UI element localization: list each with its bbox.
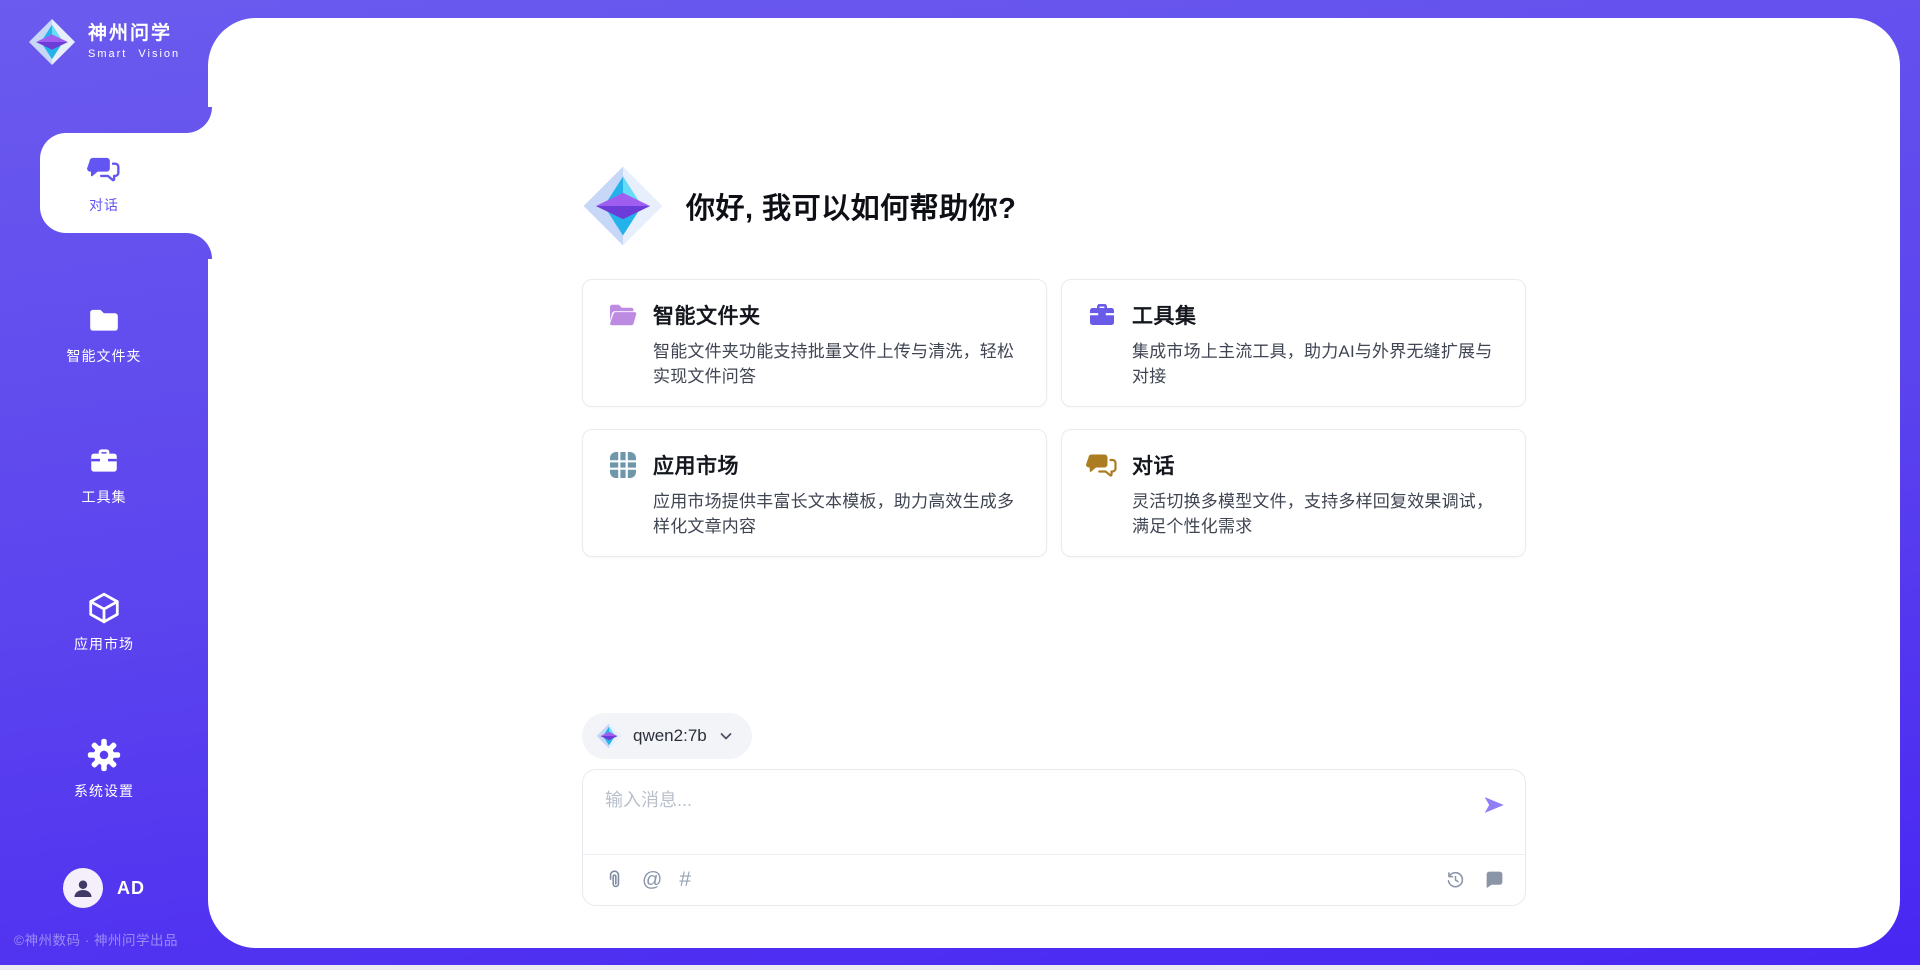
brand-text: 神州问学 Smart Vision xyxy=(88,23,180,60)
user-initials: AD xyxy=(117,878,145,899)
model-name: qwen2:7b xyxy=(633,726,707,746)
hashtag-button[interactable]: # xyxy=(679,869,691,890)
cube-icon xyxy=(87,591,121,625)
folder-icon xyxy=(87,303,121,337)
chat-icon xyxy=(87,152,121,186)
card-description: 应用市场提供丰富长文本模板，助力高效生成多样化文章内容 xyxy=(653,490,1022,539)
card-description: 集成市场上主流工具，助力AI与外界无缝扩展与对接 xyxy=(1132,340,1501,389)
card-app-market[interactable]: 应用市场 应用市场提供丰富长文本模板，助力高效生成多样化文章内容 xyxy=(582,429,1047,557)
sidebar-item-label: 应用市场 xyxy=(74,634,134,654)
hashtag-icon: # xyxy=(679,868,691,891)
toolbox-icon xyxy=(1086,299,1118,331)
sidebar-item-smart-folder[interactable]: 智能文件夹 xyxy=(0,284,208,384)
suggestion-cards: 智能文件夹 智能文件夹功能支持批量文件上传与清洗，轻松实现文件问答 工具集 集成… xyxy=(582,279,1526,557)
toolbox-icon xyxy=(87,444,121,478)
sidebar-item-toolset[interactable]: 工具集 xyxy=(0,425,208,525)
chevron-down-icon xyxy=(718,728,734,744)
person-icon xyxy=(70,875,96,901)
model-diamond-logo-icon xyxy=(596,723,622,749)
sidebar-item-chat[interactable]: 对话 xyxy=(0,133,208,233)
card-smart-folder[interactable]: 智能文件夹 智能文件夹功能支持批量文件上传与清洗，轻松实现文件问答 xyxy=(582,279,1047,407)
mention-button[interactable]: @ xyxy=(642,870,662,890)
sidebar-item-app-market[interactable]: 应用市场 xyxy=(0,572,208,672)
app-root: 神州问学 Smart Vision 对话 智能文件夹 xyxy=(0,0,1920,970)
card-chat[interactable]: 对话 灵活切换多模型文件，支持多样回复效果调试，满足个性化需求 xyxy=(1061,429,1526,557)
folder-open-icon xyxy=(607,299,639,331)
send-icon xyxy=(1481,792,1507,818)
greeting-block: 你好, 我可以如何帮助你? xyxy=(582,165,1526,247)
brand-diamond-logo-icon xyxy=(28,18,76,66)
copyright-text: ©神州数码 · 神州问学出品 xyxy=(14,929,178,949)
greeting-diamond-logo-icon xyxy=(582,165,664,247)
bottom-edge-strip xyxy=(0,965,1920,970)
message-input[interactable] xyxy=(603,784,1461,850)
attach-button[interactable] xyxy=(603,869,625,891)
main-panel: 你好, 我可以如何帮助你? 智能文件夹 智能文件夹功能支持批量文件上传与清洗，轻… xyxy=(208,18,1900,948)
sidebar: 神州问学 Smart Vision 对话 智能文件夹 xyxy=(0,0,208,970)
mention-icon: @ xyxy=(642,869,662,891)
sidebar-item-label: 系统设置 xyxy=(74,781,134,801)
card-title: 对话 xyxy=(1132,450,1175,480)
sidebar-item-label: 对话 xyxy=(89,195,119,215)
brand-name: 神州问学 xyxy=(88,23,180,45)
composer: qwen2:7b @ # xyxy=(582,713,1526,906)
sidebar-item-label: 工具集 xyxy=(82,487,127,507)
avatar xyxy=(63,868,103,908)
user-profile[interactable]: AD xyxy=(0,868,208,908)
brand-subtitle: Smart Vision xyxy=(88,48,180,61)
comment-button[interactable] xyxy=(1483,869,1505,891)
composer-toolbar: @ # xyxy=(603,854,1505,905)
card-title: 工具集 xyxy=(1132,300,1197,330)
sidebar-item-label: 智能文件夹 xyxy=(67,346,142,366)
card-toolset[interactable]: 工具集 集成市场上主流工具，助力AI与外界无缝扩展与对接 xyxy=(1061,279,1526,407)
gear-icon xyxy=(87,738,121,772)
card-title: 应用市场 xyxy=(653,450,739,480)
greeting-text: 你好, 我可以如何帮助你? xyxy=(686,185,1016,227)
comment-icon xyxy=(1484,869,1505,890)
history-button[interactable] xyxy=(1444,869,1466,891)
card-description: 灵活切换多模型文件，支持多样回复效果调试，满足个性化需求 xyxy=(1132,490,1501,539)
message-input-box: @ # xyxy=(582,769,1526,906)
main-content: 你好, 我可以如何帮助你? 智能文件夹 智能文件夹功能支持批量文件上传与清洗，轻… xyxy=(582,18,1526,557)
brand: 神州问学 Smart Vision xyxy=(28,18,180,66)
sidebar-item-settings[interactable]: 系统设置 xyxy=(0,719,208,819)
send-button[interactable] xyxy=(1481,792,1507,818)
history-icon xyxy=(1445,869,1466,890)
chat-icon xyxy=(1086,449,1118,481)
card-description: 智能文件夹功能支持批量文件上传与清洗，轻松实现文件问答 xyxy=(653,340,1022,389)
model-selector[interactable]: qwen2:7b xyxy=(582,713,752,759)
grid-icon xyxy=(607,449,639,481)
card-title: 智能文件夹 xyxy=(653,300,761,330)
attach-icon xyxy=(604,869,625,890)
